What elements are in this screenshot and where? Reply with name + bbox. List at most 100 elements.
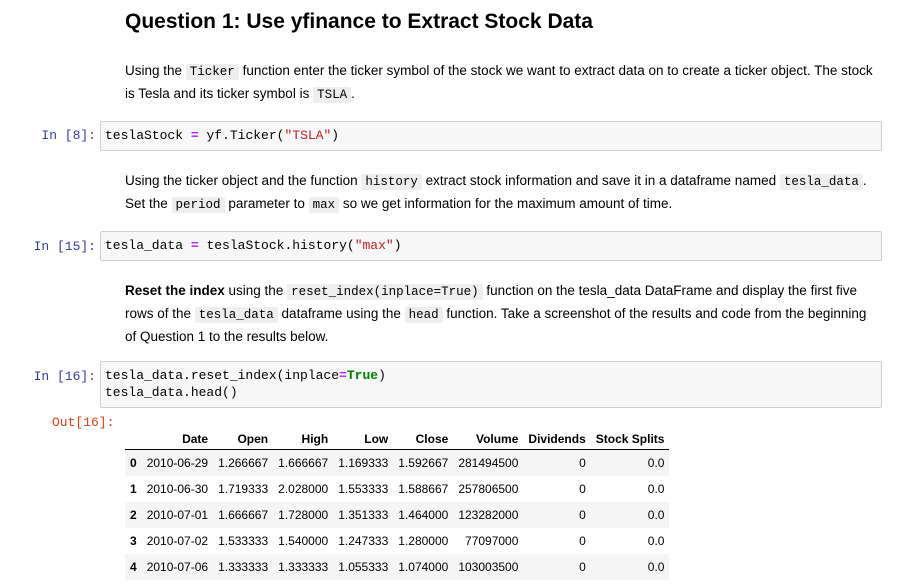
inline-code-max: max <box>308 197 340 213</box>
input-prompt-15: In [15]: <box>33 239 96 254</box>
table-cell: 2010-06-29 <box>146 456 209 470</box>
row-index: 1 <box>130 482 137 496</box>
table-cell: 1.333333 <box>278 560 329 574</box>
table-cell: 1.666667 <box>218 508 269 522</box>
inline-code-reset-index: reset_index(inplace=True) <box>287 284 483 300</box>
table-cell: 0 <box>579 482 586 496</box>
table-cell: 1.247333 <box>338 534 389 548</box>
code-cell-15[interactable]: tesla_data = teslaStock.history("max") <box>100 231 882 261</box>
code-cell-8[interactable]: teslaStock = yf.Ticker("TSLA") <box>100 121 882 151</box>
table-cell: 1.592667 <box>398 456 449 470</box>
text: . <box>351 86 355 101</box>
table-cell: 2010-07-01 <box>146 508 209 522</box>
table-cell: 0 <box>579 508 586 522</box>
table-header-row: Date Open High Low Close Volume Dividends Stock… <box>125 428 670 450</box>
column-header <box>125 428 142 450</box>
text: Using the ticker object and the function <box>125 173 362 188</box>
text: extract stock information and save it in… <box>421 173 780 188</box>
code-close: ) <box>393 238 402 253</box>
table-cell: 1.728000 <box>278 508 329 522</box>
markdown-cell-reset-index-instructions[interactable]: Reset the index using the reset_index(in… <box>125 280 875 347</box>
table-cell: 0.0 <box>647 560 665 574</box>
table-cell: 103003500 <box>458 560 519 574</box>
code-call: tesla_data.reset_index(inplace <box>105 368 340 383</box>
table-cell: 1.055333 <box>338 560 389 574</box>
table-cell: 1.553333 <box>338 482 389 496</box>
table-cell: 0 <box>579 534 586 548</box>
row-index: 3 <box>130 534 137 548</box>
row-index: 2 <box>130 508 137 522</box>
column-header: Volume <box>475 431 519 446</box>
code-call: yf.Ticker( <box>206 128 285 143</box>
code-operator: = <box>339 368 347 383</box>
code-string: "max" <box>354 238 394 253</box>
inline-code-period: period <box>171 197 225 213</box>
table-cell: 1.266667 <box>218 456 269 470</box>
text: using the <box>224 283 288 298</box>
code-var: teslaStock <box>105 128 184 143</box>
table-cell: 1.588667 <box>398 482 449 496</box>
code-operator: = <box>190 128 199 143</box>
table-cell: 1.280000 <box>398 534 449 548</box>
dataframe-output-table: Date Open High Low Close Volume Dividends Stock… <box>125 428 670 580</box>
row-index: 4 <box>130 560 137 574</box>
table-cell: 1.464000 <box>398 508 449 522</box>
input-prompt-16: In [16]: <box>33 369 96 384</box>
bold-text: Reset the index <box>125 283 225 298</box>
table-row: 4 2010-07-06 1.333333 1.333333 1.055333 1.074… <box>125 554 670 580</box>
table-cell: 1.540000 <box>278 534 329 548</box>
table-cell: 0 <box>579 560 586 574</box>
column-header: Stock Splits <box>595 431 665 446</box>
code-close: ) <box>331 128 340 143</box>
table-cell: 0.0 <box>647 456 665 470</box>
table-cell: 2010-07-06 <box>146 560 209 574</box>
table-cell: 2010-06-30 <box>146 482 209 496</box>
table-cell: 1.719333 <box>218 482 269 496</box>
table-row: 1 2010-06-30 1.719333 2.028000 1.553333 1.588… <box>125 476 669 502</box>
inline-code-tesla-data: tesla_data <box>194 307 278 323</box>
text: parameter to <box>224 196 309 211</box>
markdown-cell-ticker-instructions[interactable]: Using the Ticker function enter the tick… <box>125 60 875 106</box>
table-cell: 0.0 <box>647 534 665 548</box>
column-header: Dividends <box>528 431 586 446</box>
column-header: High <box>301 431 329 446</box>
table-cell: 1.666667 <box>278 456 329 470</box>
table-cell: 123282000 <box>458 508 519 522</box>
text: so we get information for the maximum am… <box>339 196 673 211</box>
code-call: tesla_data.head() <box>105 385 238 400</box>
table-cell: 281494500 <box>458 456 519 470</box>
row-index: 0 <box>130 456 137 470</box>
inline-code-head: head <box>404 307 443 323</box>
inline-code-tsla: TSLA <box>313 87 352 103</box>
column-header: Open <box>237 431 269 446</box>
code-string: "TSLA" <box>284 128 332 143</box>
table-cell: 2.028000 <box>278 482 329 496</box>
inline-code-tesla-data: tesla_data <box>779 174 863 190</box>
markdown-cell-history-instructions[interactable]: Using the ticker object and the function… <box>125 170 875 216</box>
inline-code-ticker: Ticker <box>185 64 239 80</box>
code-close: ) <box>378 368 386 383</box>
table-cell: 0.0 <box>647 482 665 496</box>
table-row: 3 2010-07-02 1.533333 1.540000 1.247333 1.280… <box>125 528 669 554</box>
table-cell: 1.074000 <box>398 560 449 574</box>
table-row: 0 2010-06-29 1.266667 1.666667 1.169333 1.592… <box>125 449 670 476</box>
table-cell: 2010-07-02 <box>146 534 209 548</box>
table-cell: 1.169333 <box>338 456 389 470</box>
table-cell: 1.533333 <box>218 534 269 548</box>
text: Using the <box>125 63 186 78</box>
question-heading: Question 1: Use yfinance to Extract Stoc… <box>125 10 593 33</box>
column-header: Low <box>364 431 389 446</box>
table-cell: 77097000 <box>465 534 519 548</box>
table-cell: 1.333333 <box>218 560 269 574</box>
code-keyword: True <box>346 368 379 383</box>
code-call: teslaStock.history( <box>206 238 355 253</box>
table-cell: 1.351333 <box>338 508 389 522</box>
code-operator: = <box>190 238 199 253</box>
text: dataframe using the <box>277 306 405 321</box>
column-header: Close <box>415 431 449 446</box>
code-var: tesla_data <box>105 238 184 253</box>
column-header: Date <box>182 431 209 446</box>
output-prompt-16: Out[16]: <box>52 415 115 430</box>
inline-code-history: history <box>361 174 422 190</box>
code-cell-16[interactable]: tesla_data.reset_index(inplace=True) tes… <box>100 361 882 408</box>
